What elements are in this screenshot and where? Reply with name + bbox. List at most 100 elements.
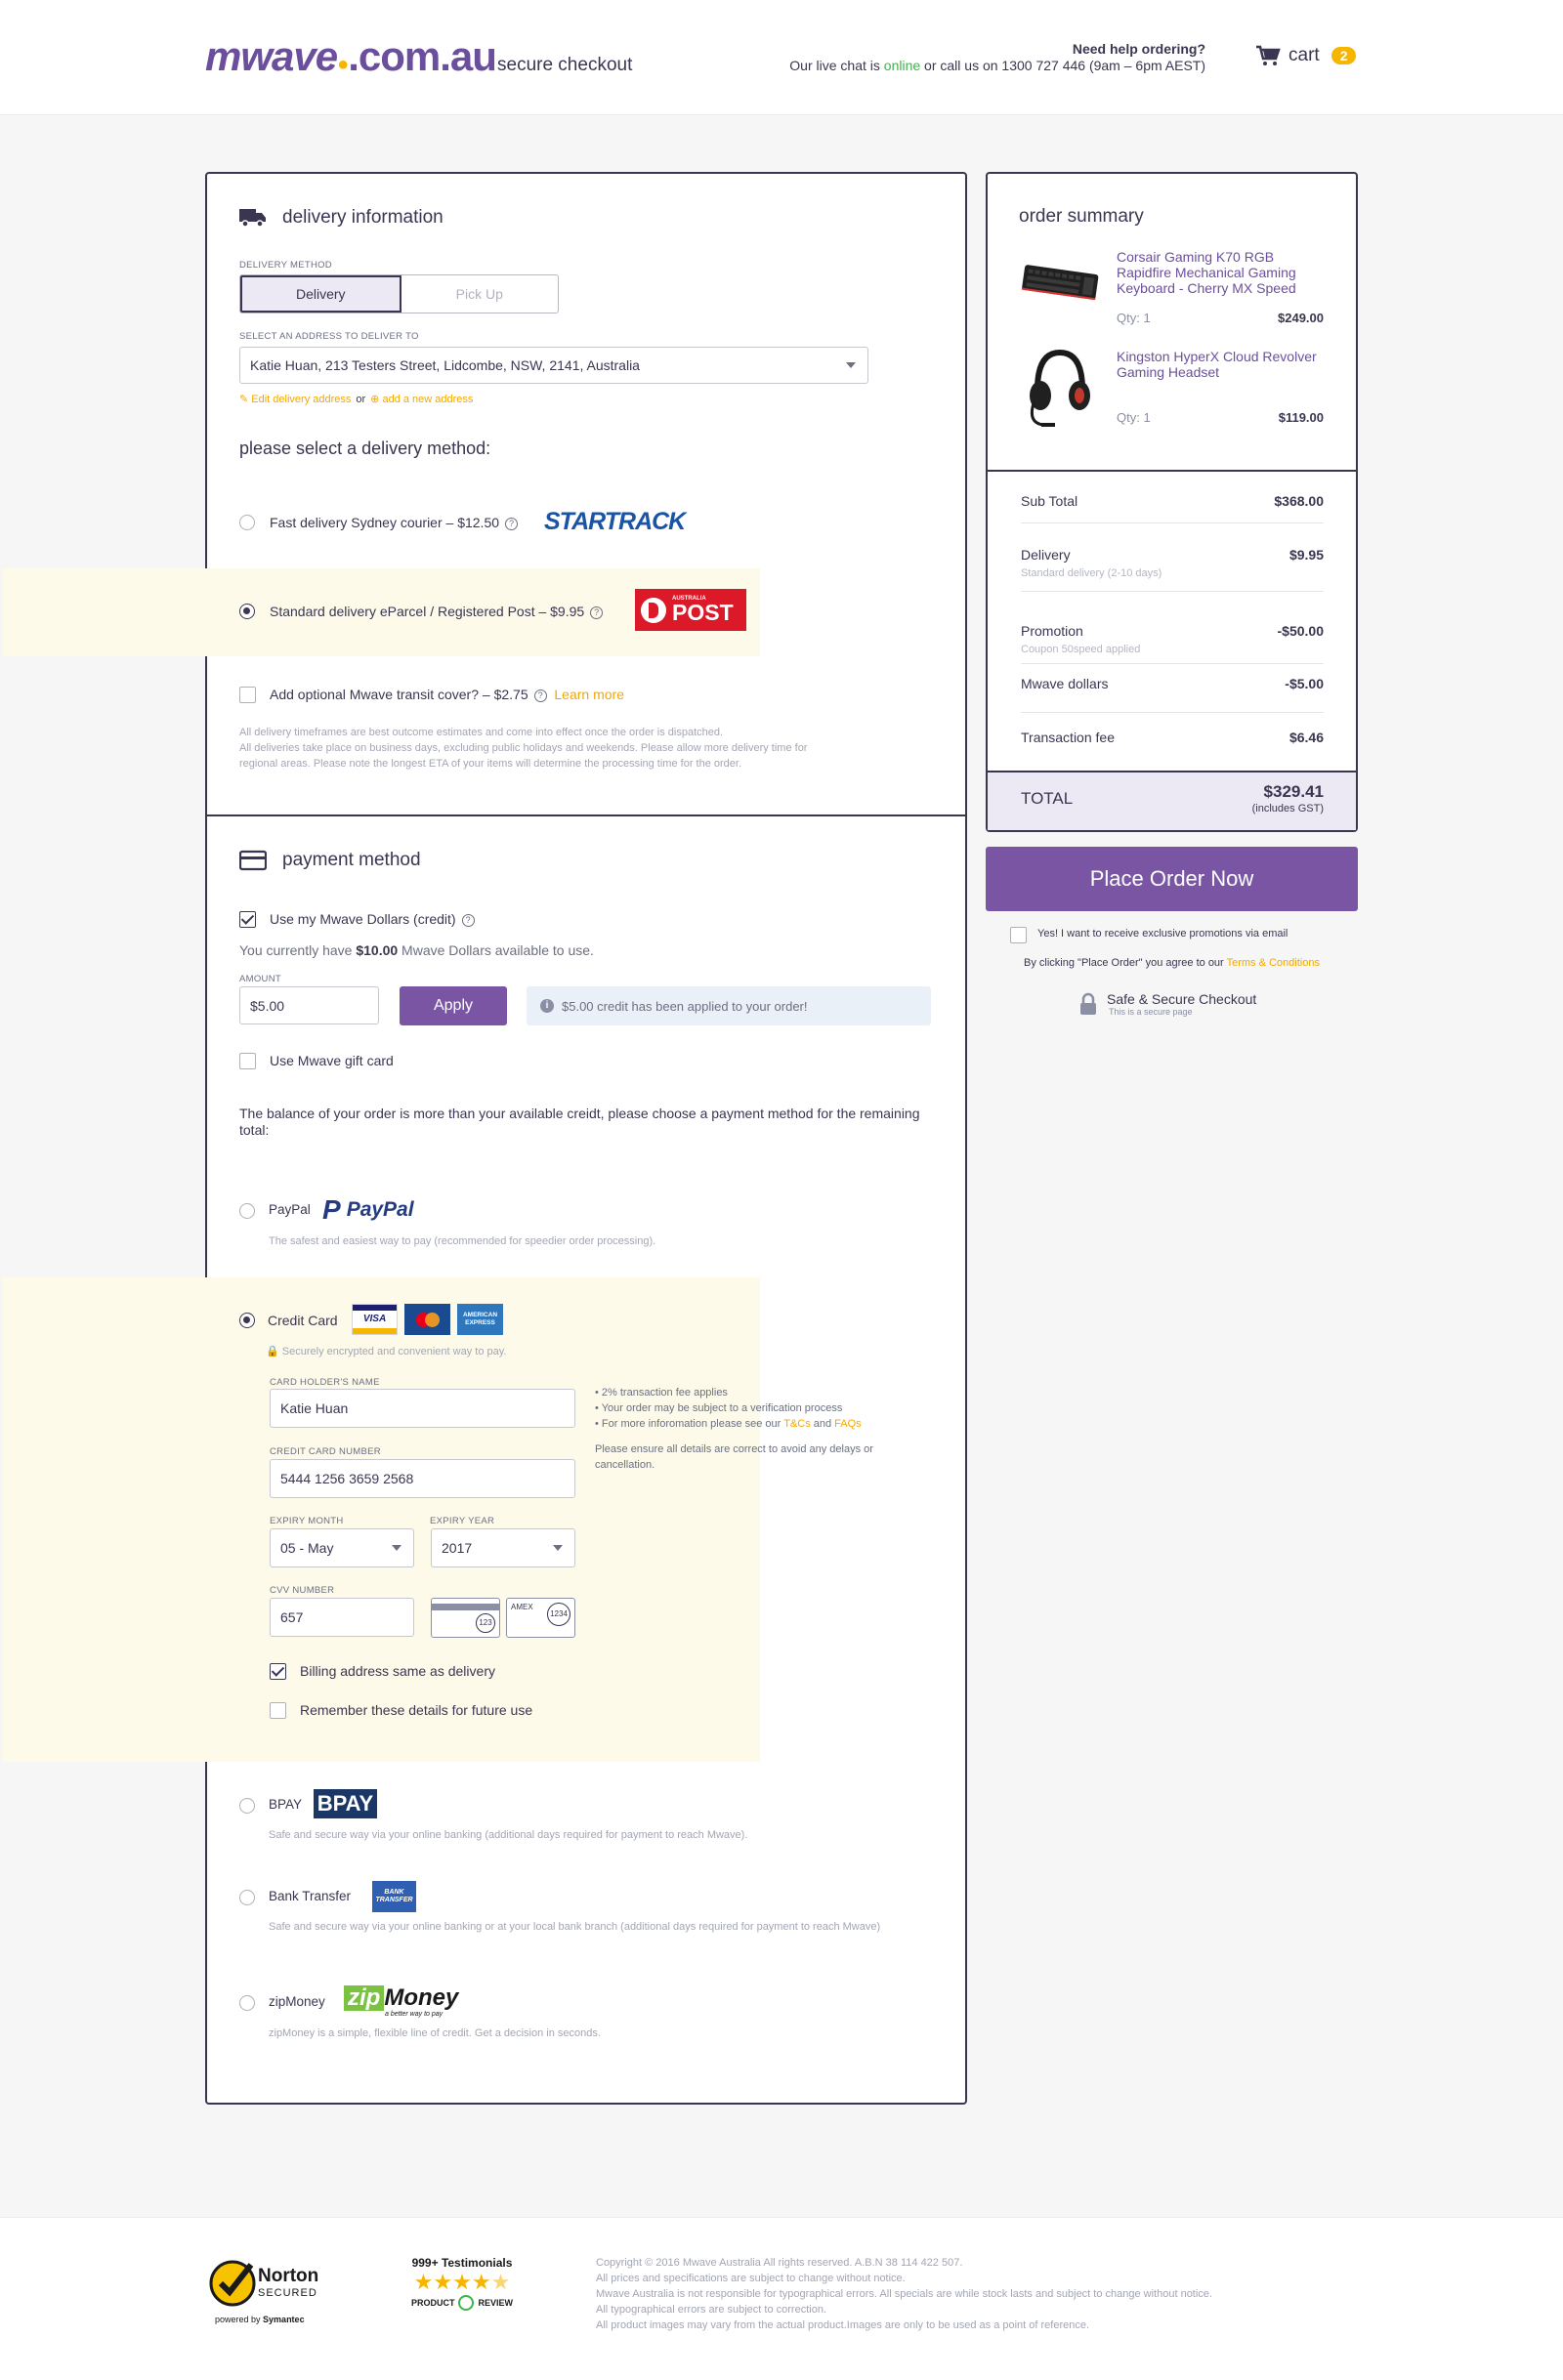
or-text: or: [356, 393, 366, 405]
summary-divider: [1021, 663, 1324, 664]
info-icon: i: [540, 999, 554, 1013]
remember-details-label[interactable]: Remember these details for future use: [300, 1702, 532, 1718]
address-select-label: SELECT AN ADDRESS TO DELIVER TO: [239, 331, 419, 342]
auspost-option[interactable]: Standard delivery eParcel / Registered P…: [270, 604, 604, 619]
help-title: Need help ordering?: [1072, 41, 1205, 57]
delivery-fine-print: All delivery timeframes are best outcome…: [239, 727, 808, 770]
summary-divider: [1021, 712, 1324, 713]
expiry-month-label: EXPIRY MONTH: [270, 1516, 344, 1526]
promotion-row: Promotion -$50.00: [1021, 623, 1324, 639]
truck-icon: [239, 209, 266, 228]
auspost-radio[interactable]: [239, 604, 255, 619]
summary-divider: [1021, 522, 1324, 523]
visa-card-icon: VISA: [352, 1304, 398, 1335]
promotions-email-checkbox[interactable]: [1010, 927, 1027, 943]
help-icon[interactable]: ?: [505, 517, 519, 530]
bank-transfer-label[interactable]: Bank Transfer: [269, 1889, 351, 1903]
bank-transfer-radio[interactable]: [239, 1890, 255, 1905]
address-value: Katie Huan, 213 Testers Street, Lidcombe…: [250, 357, 640, 373]
dollars-balance-text: You currently have $10.00 Mwave Dollars …: [239, 942, 594, 958]
item-name[interactable]: Kingston HyperX Cloud Revolver Gaming He…: [1117, 349, 1327, 380]
item-qty: Qty: 1: [1117, 311, 1151, 325]
address-select[interactable]: Katie Huan, 213 Testers Street, Lidcombe…: [239, 347, 868, 384]
pickup-option-button[interactable]: Pick Up: [401, 275, 559, 313]
mwave-logo[interactable]: mwave●.com.au: [205, 33, 497, 80]
help-phone: or call us on 1300 727 446 (9am – 6pm AE…: [920, 58, 1205, 73]
transit-cover-label[interactable]: Add optional Mwave transit cover? – $2.7…: [270, 687, 624, 702]
place-order-button[interactable]: Place Order Now: [986, 847, 1358, 911]
transit-cover-checkbox[interactable]: [239, 687, 256, 703]
bpay-label[interactable]: BPAY: [269, 1797, 302, 1812]
chevron-down-icon: [392, 1545, 401, 1551]
faqs-link[interactable]: FAQs: [834, 1418, 862, 1430]
startrack-radio[interactable]: [239, 515, 255, 530]
expiry-month-select[interactable]: 05 - May: [270, 1528, 414, 1567]
star-icon: ★: [452, 2270, 472, 2294]
promotion-sub: Coupon 50speed applied: [1021, 644, 1141, 655]
edit-address-link[interactable]: ✎ Edit delivery address: [239, 393, 351, 405]
subtotal-row: Sub Total $368.00: [1021, 493, 1324, 509]
startrack-logo: STARTRACK: [544, 508, 686, 535]
chevron-down-icon: [846, 362, 856, 368]
credit-applied-notice: i $5.00 credit has been applied to your …: [527, 986, 931, 1025]
promotions-email-label[interactable]: Yes! I want to receive exclusive promoti…: [1037, 928, 1288, 939]
delivery-option-button[interactable]: Delivery: [240, 275, 401, 313]
agree-text: By clicking "Place Order" you agree to o…: [1024, 957, 1320, 969]
paypal-p-icon: P: [322, 1194, 341, 1225]
delivery-section-title: delivery information: [239, 207, 444, 229]
mwave-dollars-label[interactable]: Use my Mwave Dollars (credit)?: [270, 911, 475, 927]
add-address-link[interactable]: ⊕ add a new address: [370, 393, 473, 405]
apply-button[interactable]: Apply: [400, 986, 507, 1025]
billing-same-label[interactable]: Billing address same as delivery: [300, 1663, 495, 1679]
paypal-radio[interactable]: [239, 1203, 255, 1219]
card-number-input[interactable]: 5444 1256 3659 2568: [270, 1459, 575, 1498]
gift-card-label[interactable]: Use Mwave gift card: [270, 1053, 394, 1068]
item-qty: Qty: 1: [1117, 410, 1151, 425]
paypal-label[interactable]: PayPal: [269, 1202, 311, 1217]
help-text: Our live chat is: [789, 58, 884, 73]
mwave-dollars-checkbox[interactable]: [239, 911, 256, 928]
help-icon[interactable]: ?: [533, 689, 547, 702]
tcs-link[interactable]: T&Cs: [783, 1418, 811, 1430]
paypal-desc: The safest and easiest way to pay (recom…: [269, 1235, 656, 1247]
credit-card-radio[interactable]: [239, 1313, 255, 1328]
amount-input[interactable]: $5.00: [239, 986, 379, 1024]
delivery-method-toggle: Delivery Pick Up: [239, 274, 559, 313]
terms-link[interactable]: Terms & Conditions: [1227, 957, 1320, 969]
star-icon: ★: [471, 2270, 491, 2294]
learn-more-link[interactable]: Learn more: [554, 687, 624, 702]
holder-name-label: CARD HOLDER'S NAME: [270, 1377, 380, 1388]
expiry-year-select[interactable]: 2017: [431, 1528, 575, 1567]
billing-same-checkbox[interactable]: [270, 1663, 286, 1680]
help-icon[interactable]: ?: [590, 605, 604, 619]
rating-stars: ★★★★★: [399, 2270, 526, 2295]
zipmoney-label[interactable]: zipMoney: [269, 1994, 325, 2009]
page-subtitle: secure checkout: [497, 55, 633, 75]
remember-details-checkbox[interactable]: [270, 1702, 286, 1719]
zipmoney-radio[interactable]: [239, 1995, 255, 2011]
amount-label: AMOUNT: [239, 974, 281, 984]
delivery-sub: Standard delivery (2-10 days): [1021, 567, 1162, 579]
credit-card-label[interactable]: Credit Card: [268, 1313, 338, 1328]
help-icon[interactable]: ?: [461, 913, 475, 927]
holder-name-input[interactable]: Katie Huan: [270, 1389, 575, 1428]
item-price: $119.00: [1278, 410, 1324, 425]
cvv-input[interactable]: 657: [270, 1598, 414, 1637]
product-review-badge[interactable]: 999+ Testimonials ★★★★★ PRODUCT REVIEW: [399, 2256, 526, 2311]
norton-check-icon: [209, 2260, 256, 2307]
section-divider: [207, 814, 965, 816]
delivery-method-heading: please select a delivery method:: [239, 438, 491, 458]
cart-button[interactable]: cart 2: [1255, 45, 1357, 66]
item-price: $249.00: [1278, 311, 1324, 325]
gift-card-checkbox[interactable]: [239, 1053, 256, 1069]
expiry-year-label: EXPIRY YEAR: [430, 1516, 495, 1526]
bpay-radio[interactable]: [239, 1798, 255, 1814]
amex-card-icon: AMERICAN EXPRESS: [457, 1304, 503, 1335]
live-chat-link[interactable]: online: [884, 58, 920, 73]
zipmoney-logo: zip Money a better way to pay: [344, 1985, 458, 2018]
startrack-option[interactable]: Fast delivery Sydney courier – $12.50?: [270, 515, 519, 530]
item-name[interactable]: Corsair Gaming K70 RGB Rapidfire Mechani…: [1117, 249, 1327, 296]
cart-icon: [1256, 45, 1281, 65]
footer-legal: Copyright © 2016 Mwave Australia All rig…: [596, 2257, 1212, 2331]
review-logo-icon: [458, 2295, 475, 2311]
